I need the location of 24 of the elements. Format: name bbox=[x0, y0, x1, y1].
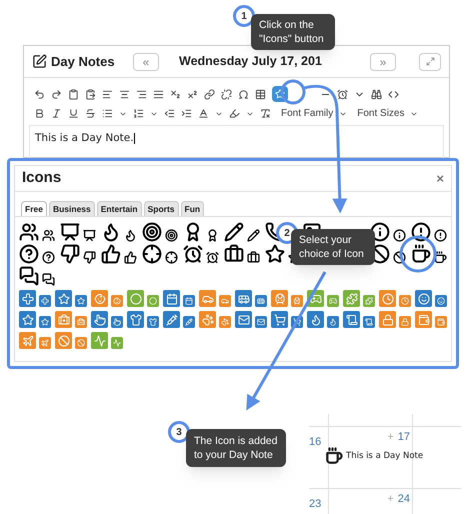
previous-button[interactable]: « bbox=[133, 52, 159, 70]
next-button[interactable]: » bbox=[370, 52, 396, 70]
day-number: 16 bbox=[309, 436, 322, 448]
note-text: This is a Day Note. bbox=[35, 132, 134, 144]
close-button[interactable]: × bbox=[436, 168, 444, 188]
font-sizes-dropdown[interactable]: Font Sizes bbox=[357, 106, 404, 121]
category-tab[interactable]: Entertain bbox=[96, 201, 142, 216]
category-tab[interactable]: Sports bbox=[144, 201, 179, 216]
category-tab[interactable]: Fun bbox=[180, 201, 204, 216]
day-number: 17 bbox=[398, 430, 410, 445]
callout-text: Select your choice of Icon bbox=[299, 234, 364, 260]
category-tab[interactable]: Business bbox=[48, 201, 95, 216]
category-tab[interactable]: Free bbox=[21, 201, 47, 216]
callout-text: The Icon is added to your Day Note bbox=[194, 435, 278, 461]
calendar-note: This is a Day Note bbox=[346, 450, 424, 463]
callout-text: Click on the "Icons" button bbox=[259, 19, 324, 45]
step-number: 1 bbox=[233, 5, 255, 27]
day-number: 24 bbox=[398, 492, 410, 507]
panel-title: Day Notes bbox=[51, 52, 116, 71]
dialog-title: Icons bbox=[22, 168, 62, 188]
step-number: 3 bbox=[168, 421, 190, 443]
day-number: 23 bbox=[309, 498, 322, 510]
date-heading: Wednesday July 17, 201 bbox=[179, 53, 322, 70]
font-family-dropdown[interactable]: Font Family bbox=[281, 106, 334, 121]
